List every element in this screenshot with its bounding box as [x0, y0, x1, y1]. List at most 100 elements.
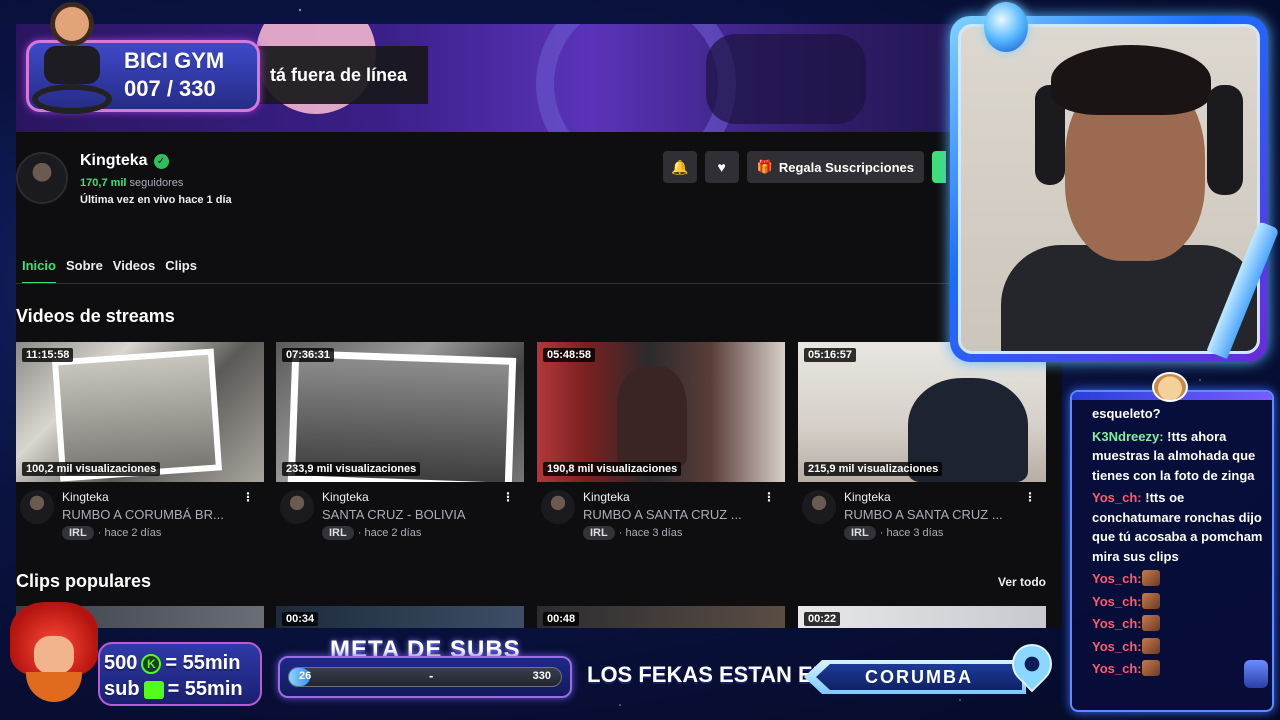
video-author[interactable]: Kingteka [62, 490, 109, 504]
emote-icon [1141, 637, 1160, 654]
verified-icon: ✓ [153, 153, 169, 169]
video-tag[interactable]: IRL [322, 526, 354, 540]
chat-username: Yos_ch: [1092, 571, 1142, 586]
video-author[interactable]: Kingteka [583, 490, 630, 504]
sub-rate-line: sub = 55min [104, 678, 243, 700]
channel-tabs: Inicio Sobre Videos Clips [22, 256, 207, 284]
last-live-text: Última vez en vivo hace 1 día [80, 194, 232, 206]
subs-goal-bar: 26 - 330 [278, 656, 572, 698]
channel-name[interactable]: Kingteka [80, 152, 148, 170]
channel-page-capture: tá fuera de línea Kingteka ✓ 170,7 mil s… [16, 24, 1062, 628]
video-tag[interactable]: IRL [583, 526, 615, 540]
webcam-frame [950, 16, 1268, 362]
notifications-button[interactable]: 🔔 [662, 151, 697, 183]
emote-icon [1141, 570, 1160, 586]
video-author[interactable]: Kingteka [844, 490, 891, 504]
clip-duration: 00:48 [543, 612, 580, 626]
more-options-icon[interactable]: ⋮ [502, 490, 514, 504]
follow-button[interactable]: ♥ [704, 151, 739, 183]
video-title[interactable]: RUMBO A SANTA CRUZ ... [583, 507, 758, 522]
subs-goal-current: 26 [299, 670, 312, 682]
chat-username: Yos_ch: [1092, 593, 1142, 609]
subscribe-button[interactable] [932, 151, 946, 183]
video-tag[interactable]: IRL [844, 526, 876, 540]
video-card[interactable]: 05:16:57 215,9 mil visualizaciones Kingt… [798, 342, 1046, 550]
video-tag[interactable]: IRL [62, 526, 94, 540]
video-title[interactable]: RUMBO A CORUMBÁ BR... [62, 507, 237, 522]
chat-username: Yos_ch: [1092, 661, 1142, 676]
video-thumbnail[interactable]: 07:36:31 233,9 mil visualizaciones [276, 342, 524, 482]
video-views: 190,8 mil visualizaciones [543, 462, 682, 476]
chat-message: Yos_ch: [1092, 614, 1268, 634]
emote-icon [1141, 615, 1160, 631]
tab-inicio[interactable]: Inicio [22, 256, 56, 284]
clip-thumbnail[interactable]: 00:34 [276, 606, 524, 628]
emote-icon [1141, 592, 1160, 609]
chat-username: K3Ndreezy: [1092, 428, 1164, 444]
heart-icon: ♥ [717, 159, 726, 175]
video-age: · hace 3 días [879, 527, 944, 539]
gift-box-icon [143, 680, 164, 699]
video-views: 233,9 mil visualizaciones [282, 462, 421, 476]
video-author-avatar[interactable] [802, 490, 836, 524]
tab-clips[interactable]: Clips [165, 256, 197, 284]
video-author[interactable]: Kingteka [322, 490, 369, 504]
gift-subs-label: Regala Suscripciones [778, 159, 914, 175]
tab-videos[interactable]: Videos [113, 256, 155, 284]
video-age: · hace 3 días [618, 527, 683, 539]
subs-goal-track: 26 - 330 [288, 667, 562, 687]
location-banner: CORUMBA [804, 660, 1026, 694]
channel-name-row: Kingteka ✓ [80, 152, 169, 170]
location-name: CORUMBA [816, 664, 1022, 690]
tabs-divider [16, 283, 1062, 284]
chat-message: esqueleto? [1092, 406, 1161, 421]
channel-header: Kingteka ✓ 170,7 mil seguidores Última v… [16, 148, 1062, 218]
webcam-feed [958, 24, 1260, 354]
video-duration: 05:48:58 [543, 348, 596, 362]
clip-duration: 00:22 [804, 612, 841, 626]
more-options-icon[interactable]: ⋮ [1024, 490, 1036, 504]
followers-count: 170,7 mil seguidores [80, 177, 183, 189]
clip-thumbnail[interactable]: 00:22 [798, 606, 1046, 628]
kick-icon: K [141, 653, 162, 674]
video-title[interactable]: RUMBO A SANTA CRUZ ... [844, 507, 1019, 522]
potion-orb-decoration [984, 2, 1028, 52]
chat-message: Yos_ch: [1092, 569, 1268, 589]
tab-sobre[interactable]: Sobre [66, 256, 103, 284]
cyclist-mascot [24, 2, 116, 120]
clips-section-title: Clips populares [16, 571, 152, 591]
more-options-icon[interactable]: ⋮ [763, 490, 775, 504]
video-views: 100,2 mil visualizaciones [22, 462, 161, 476]
video-views: 215,9 mil visualizaciones [804, 462, 943, 476]
ramen-mascot [4, 602, 104, 708]
see-all-link[interactable]: Ver todo [998, 575, 1046, 589]
video-thumbnail[interactable]: 05:48:58 190,8 mil visualizaciones [537, 342, 785, 482]
video-author-avatar[interactable] [20, 490, 54, 524]
followers-number: 170,7 mil [80, 177, 127, 189]
video-card[interactable]: 07:36:31 233,9 mil visualizaciones Kingt… [276, 342, 524, 550]
hamster-icon [1152, 372, 1188, 402]
chat-username: Yos_ch: [1092, 616, 1142, 631]
subs-goal-target: 330 [532, 670, 551, 682]
video-card[interactable]: 05:48:58 190,8 mil visualizaciones Kingt… [537, 342, 785, 550]
video-author-avatar[interactable] [280, 490, 314, 524]
channel-actions: 🔔 ♥ 🎁 Regala Suscripciones [662, 151, 946, 183]
video-title[interactable]: SANTA CRUZ - BOLIVIA [322, 507, 497, 522]
channel-avatar[interactable] [16, 152, 68, 204]
gift-icon: 🎁 [756, 159, 773, 174]
more-options-icon[interactable]: ⋮ [242, 490, 254, 504]
video-card[interactable]: 11:15:58 100,2 mil visualizaciones Kingt… [16, 342, 264, 550]
emote-icon [1141, 660, 1160, 676]
kick-rate-line: 500 K = 55min [104, 652, 241, 674]
bici-gym-title: BICI GYM [124, 48, 225, 73]
bici-gym-counter: 007 / 330 [124, 76, 216, 101]
subs-rate-widget: 500 K = 55min sub = 55min [4, 602, 262, 708]
chat-message: Yos_ch: [1092, 637, 1268, 657]
streams-section-title: Videos de streams [16, 306, 175, 326]
video-thumbnail[interactable]: 05:16:57 215,9 mil visualizaciones [798, 342, 1046, 482]
clip-thumbnail[interactable]: 00:48 [537, 606, 785, 628]
bell-icon: 🔔 [670, 158, 689, 175]
video-thumbnail[interactable]: 11:15:58 100,2 mil visualizaciones [16, 342, 264, 482]
video-author-avatar[interactable] [541, 490, 575, 524]
gift-subs-button[interactable]: 🎁 Regala Suscripciones [746, 151, 924, 183]
